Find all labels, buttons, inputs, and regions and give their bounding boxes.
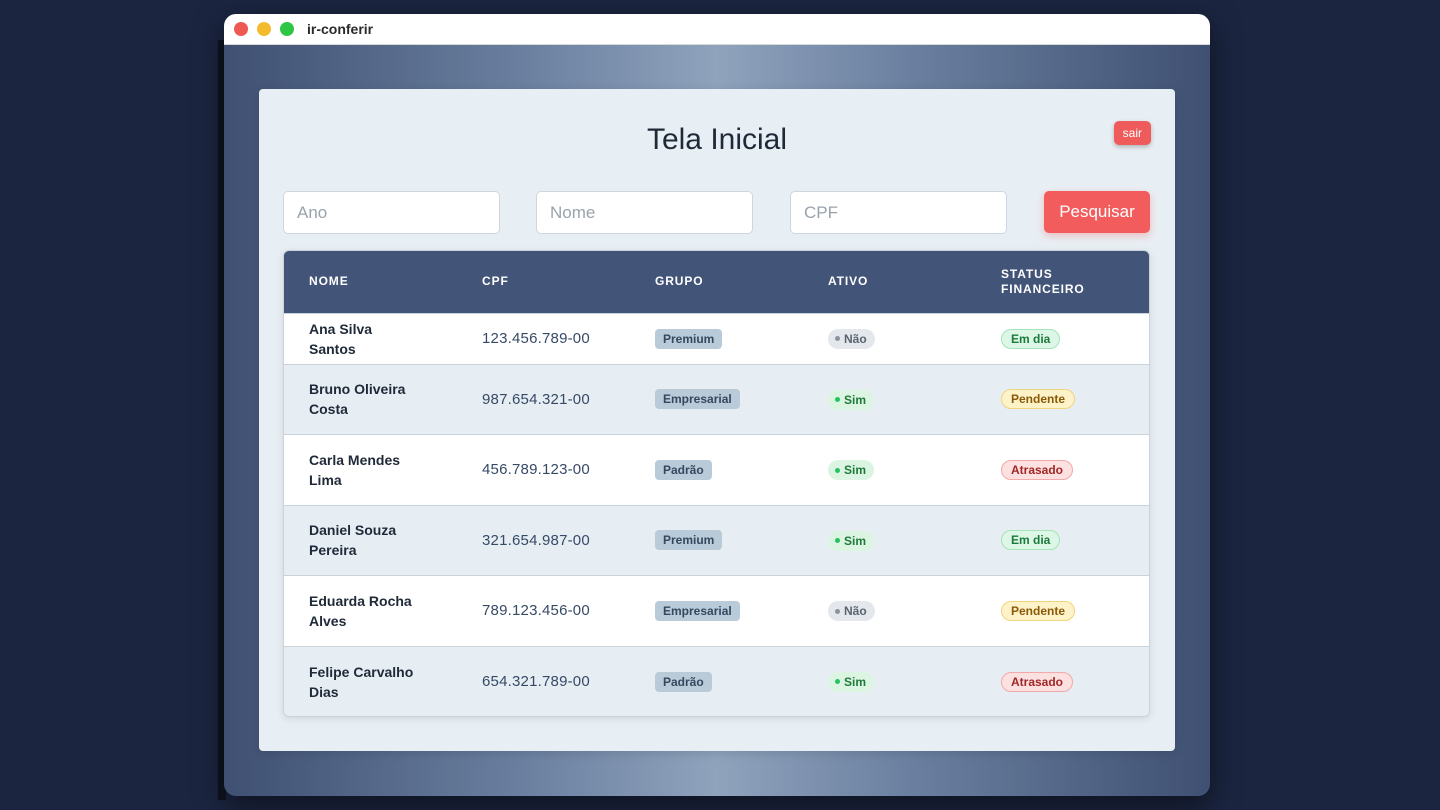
- group-badge: Padrão: [655, 671, 712, 692]
- minimize-window-button[interactable]: [257, 22, 271, 36]
- group-badge: Padrão: [655, 459, 712, 480]
- main-panel: Tela Inicial sair Pesquisar NOME CPF GRU…: [259, 89, 1175, 751]
- group-badge: Empresarial: [655, 600, 740, 621]
- column-header-cpf[interactable]: CPF: [457, 251, 630, 313]
- active-badge: Sim: [828, 389, 875, 410]
- active-badge: Sim: [828, 671, 875, 692]
- maximize-window-button[interactable]: [280, 22, 294, 36]
- active-badge: Sim: [828, 530, 875, 551]
- window-titlebar[interactable]: ir-conferir: [224, 14, 1210, 45]
- table-row[interactable]: Carla Mendes Lima 456.789.123-00 Padrão …: [284, 434, 1149, 505]
- table-row[interactable]: Ana Silva Santos 123.456.789-00 Premium …: [284, 313, 1149, 364]
- client-name: Bruno Oliveira Costa: [309, 381, 406, 418]
- page-title: Tela Inicial: [646, 123, 788, 156]
- active-badge: Sim: [828, 460, 875, 480]
- column-header-nome[interactable]: NOME: [284, 251, 457, 313]
- financial-status-badge: Em dia: [1001, 328, 1061, 349]
- client-name: Felipe Carvalho Dias: [309, 663, 414, 700]
- table-row[interactable]: Felipe Carvalho Dias 654.321.789-00 Padr…: [284, 646, 1149, 716]
- active-label: Sim: [844, 533, 867, 548]
- financial-status-badge: Atrasado: [1001, 671, 1074, 692]
- window-title: ir-conferir: [307, 21, 374, 37]
- active-label: Sim: [844, 392, 867, 407]
- app-window: ir-conferir Tela Inicial sair Pesquisar …: [224, 14, 1210, 796]
- client-name: Ana Silva Santos: [309, 320, 373, 357]
- table-header-row: NOME CPF GRUPO ATIVO STATUS FINANCEIRO: [284, 251, 1149, 313]
- financial-status-badge: Atrasado: [1001, 459, 1074, 480]
- client-cpf: 321.654.987-00: [482, 531, 590, 549]
- active-badge: Não: [828, 601, 875, 621]
- logout-button[interactable]: sair: [1113, 121, 1151, 145]
- client-name: Daniel Souza Pereira: [309, 522, 397, 559]
- status-dot-icon: [835, 608, 840, 614]
- year-input[interactable]: [283, 191, 500, 234]
- status-dot-icon: [835, 538, 840, 543]
- client-cpf: 789.123.456-00: [482, 602, 590, 620]
- client-cpf: 123.456.789-00: [482, 330, 590, 347]
- active-label: Não: [844, 604, 867, 618]
- table-row[interactable]: Eduarda Rocha Alves 789.123.456-00 Empre…: [284, 575, 1149, 646]
- client-cpf: 987.654.321-00: [482, 390, 590, 408]
- client-name: Carla Mendes Lima: [309, 451, 401, 488]
- search-filters: Pesquisar: [283, 190, 1151, 234]
- client-cpf: 654.321.789-00: [482, 673, 590, 690]
- search-button[interactable]: Pesquisar: [1044, 191, 1150, 233]
- column-header-grupo[interactable]: GRUPO: [630, 251, 803, 313]
- close-window-button[interactable]: [234, 22, 248, 36]
- status-dot-icon: [835, 336, 840, 342]
- table-row[interactable]: Daniel Souza Pereira 321.654.987-00 Prem…: [284, 505, 1149, 576]
- group-badge: Premium: [655, 328, 723, 349]
- column-header-status-financeiro[interactable]: STATUS FINANCEIRO: [976, 251, 1149, 313]
- status-dot-icon: [835, 467, 840, 473]
- cpf-input[interactable]: [790, 191, 1007, 234]
- active-label: Não: [844, 331, 867, 346]
- active-label: Sim: [844, 674, 867, 689]
- financial-status-badge: Pendente: [1001, 600, 1076, 621]
- financial-status-badge: Pendente: [1001, 389, 1076, 410]
- active-label: Sim: [844, 463, 867, 477]
- group-badge: Premium: [655, 530, 723, 551]
- financial-status-badge: Em dia: [1001, 530, 1061, 551]
- status-dot-icon: [835, 397, 840, 402]
- group-badge: Empresarial: [655, 389, 740, 410]
- table-row[interactable]: Bruno Oliveira Costa 987.654.321-00 Empr…: [284, 364, 1149, 435]
- active-badge: Não: [828, 328, 875, 349]
- column-header-ativo[interactable]: ATIVO: [803, 251, 976, 313]
- client-name: Eduarda Rocha Alves: [309, 592, 412, 629]
- client-cpf: 456.789.123-00: [482, 461, 590, 479]
- status-dot-icon: [835, 679, 840, 685]
- clients-table: NOME CPF GRUPO ATIVO STATUS FINANCEIRO A…: [283, 250, 1150, 717]
- name-input[interactable]: [536, 191, 753, 234]
